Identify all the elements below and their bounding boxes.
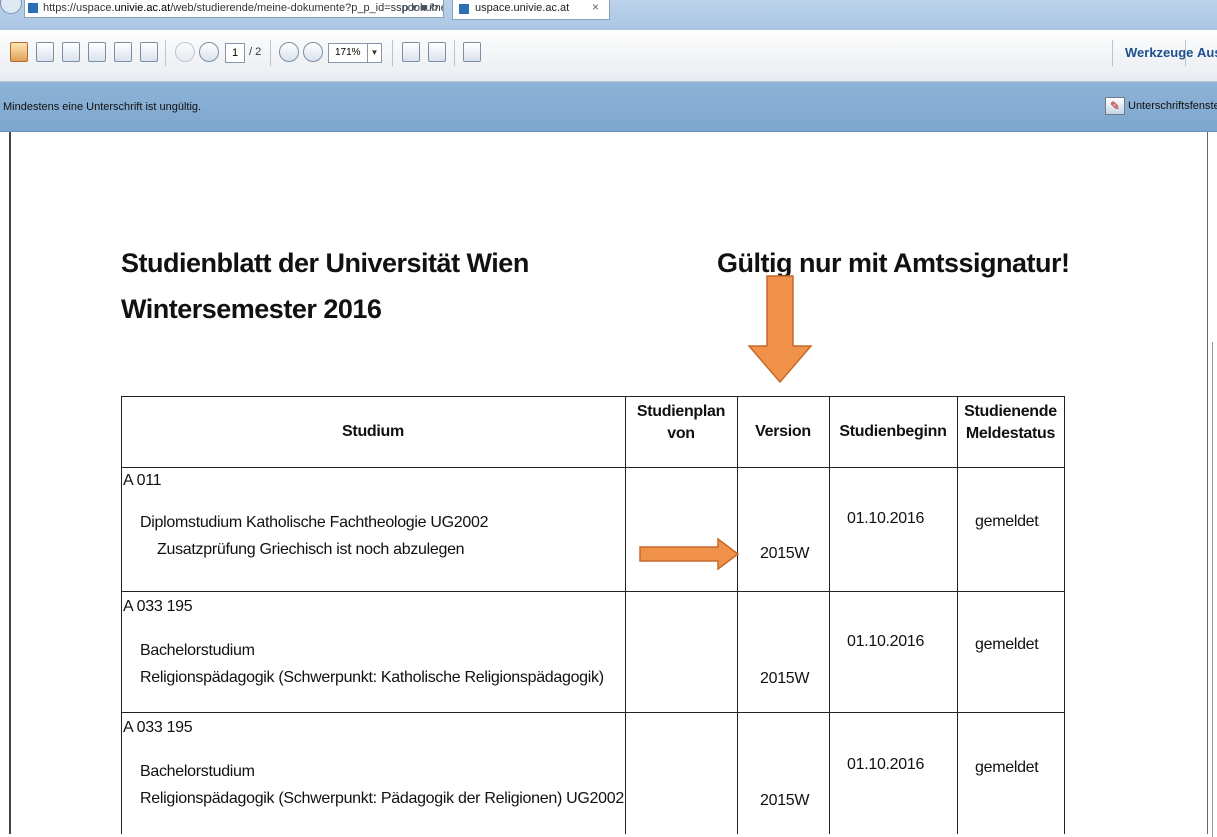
toolbar-divider xyxy=(392,40,393,66)
signature-pen-icon: ✎ xyxy=(1105,97,1125,115)
page-border-left xyxy=(9,132,11,834)
zoom-in-icon[interactable] xyxy=(303,42,323,62)
header-studium: Studium xyxy=(342,423,404,440)
tools-menu[interactable]: Werkzeuge xyxy=(1125,45,1193,60)
toolbar-divider xyxy=(1185,40,1186,66)
save-icon[interactable] xyxy=(88,42,106,62)
row1-code: A 011 xyxy=(123,472,162,489)
zoom-select[interactable]: 171% ▼ xyxy=(328,43,382,63)
row1-begin: 01.10.2016 xyxy=(847,510,925,527)
edit-document-icon[interactable] xyxy=(36,42,54,62)
more-menu[interactable]: Aus xyxy=(1197,45,1217,60)
row1-status: gemeldet xyxy=(975,513,1039,530)
table-column-divider xyxy=(625,396,626,834)
header-meldestatus-line1: Studienende xyxy=(964,403,1057,420)
scrollbar-track[interactable] xyxy=(1212,342,1217,837)
signature-message-bar: Mindestens eine Unterschrift ist ungülti… xyxy=(0,82,1217,132)
document-title-line1: Studienblatt der Universität Wien xyxy=(121,248,529,278)
upload-icon[interactable] xyxy=(62,42,80,62)
table-column-divider xyxy=(829,396,830,834)
signature-invalid-message: Mindestens eine Unterschrift ist ungülti… xyxy=(3,101,202,113)
table-header-divider xyxy=(121,467,1065,468)
previous-page-icon[interactable] xyxy=(175,42,195,62)
fullscreen-icon[interactable] xyxy=(463,42,481,62)
row2-version: 2015W xyxy=(760,670,810,687)
browser-tab-strip: https://uspace.univie.ac.at/web/studiere… xyxy=(0,0,1217,30)
header-studienplan-line1: Studienplan xyxy=(636,403,726,420)
header-studienplan-line2: von xyxy=(667,425,695,442)
zoom-out-icon[interactable] xyxy=(279,42,299,62)
tab-title: uspace.univie.ac.at xyxy=(475,2,570,14)
header-meldestatus: Studienende Meldestatus xyxy=(957,401,1064,445)
row2-status: gemeldet xyxy=(975,636,1039,653)
row3-line2: Religionspädagogik (Schwerpunkt: Pädagog… xyxy=(140,790,624,807)
row3-version: 2015W xyxy=(760,792,810,809)
email-icon[interactable] xyxy=(140,42,158,62)
row2-begin: 01.10.2016 xyxy=(847,633,925,650)
page-border-right xyxy=(1207,132,1208,834)
tab-favicon-icon xyxy=(459,4,469,14)
next-page-icon[interactable] xyxy=(199,42,219,62)
table-border-top xyxy=(121,396,1065,397)
row3-code: A 033 195 xyxy=(123,719,193,736)
signature-panel-button[interactable]: ✎ Unterschriftsfenster xyxy=(1103,95,1217,119)
page-number-input[interactable]: 1 xyxy=(225,43,245,63)
right-arrow-annotation-icon xyxy=(639,537,740,571)
table-column-divider xyxy=(737,396,738,834)
row2-line1: Bachelorstudium xyxy=(140,642,255,659)
fit-width-icon[interactable] xyxy=(428,42,446,62)
document-viewport[interactable]: Studienblatt der Universität Wien Winter… xyxy=(0,132,1217,837)
page-total: / 2 xyxy=(249,46,262,58)
row2-line2: Religionspädagogik (Schwerpunkt: Katholi… xyxy=(140,669,604,686)
document-title-line2: Wintersemester 2016 xyxy=(121,294,382,324)
signature-panel-label: Unterschriftsfenster xyxy=(1128,100,1217,112)
row1-line1: Diplomstudium Katholische Fachtheologie … xyxy=(140,514,489,531)
pdf-toolbar: 1 / 2 171% ▼ Werkzeuge Aus xyxy=(0,30,1217,82)
table-row-divider xyxy=(121,591,1065,592)
header-version: Version xyxy=(755,423,811,440)
table-column-divider xyxy=(957,396,958,834)
row3-status: gemeldet xyxy=(975,759,1039,776)
address-bar-controls[interactable]: ρ ▾ ■ ↻ xyxy=(402,1,439,14)
toolbar-divider xyxy=(1112,40,1113,66)
print-icon[interactable] xyxy=(114,42,132,62)
address-bar[interactable]: https://uspace.univie.ac.at/web/studiere… xyxy=(24,0,444,18)
toolbar-divider xyxy=(454,40,455,66)
site-favicon-icon xyxy=(28,3,38,13)
toolbar-divider xyxy=(165,40,166,66)
fit-page-icon[interactable] xyxy=(402,42,420,62)
table-row-divider xyxy=(121,712,1065,713)
header-meldestatus-line2: Meldestatus xyxy=(965,425,1056,442)
create-pdf-icon[interactable] xyxy=(10,42,28,62)
back-button[interactable] xyxy=(0,0,22,14)
down-arrow-annotation-icon xyxy=(747,275,813,384)
url-prefix: https://uspace. xyxy=(43,2,115,14)
header-studienplan: Studienplan von xyxy=(625,401,737,445)
row3-line1: Bachelorstudium xyxy=(140,763,255,780)
header-studienbeginn: Studienbeginn xyxy=(839,423,947,440)
browser-tab[interactable]: uspace.univie.ac.at × xyxy=(452,0,610,20)
row3-begin: 01.10.2016 xyxy=(847,756,925,773)
chevron-down-icon[interactable]: ▼ xyxy=(367,44,381,62)
row2-code: A 033 195 xyxy=(123,598,193,615)
close-tab-icon[interactable]: × xyxy=(592,0,599,14)
table-border-right xyxy=(1064,396,1065,834)
row1-line2: Zusatzprüfung Griechisch ist noch abzule… xyxy=(157,541,465,558)
table-border-left xyxy=(121,396,122,834)
zoom-value: 171% xyxy=(335,47,361,58)
toolbar-divider xyxy=(270,40,271,66)
row1-version: 2015W xyxy=(760,545,810,562)
url-host: univie.ac.at xyxy=(114,2,171,14)
